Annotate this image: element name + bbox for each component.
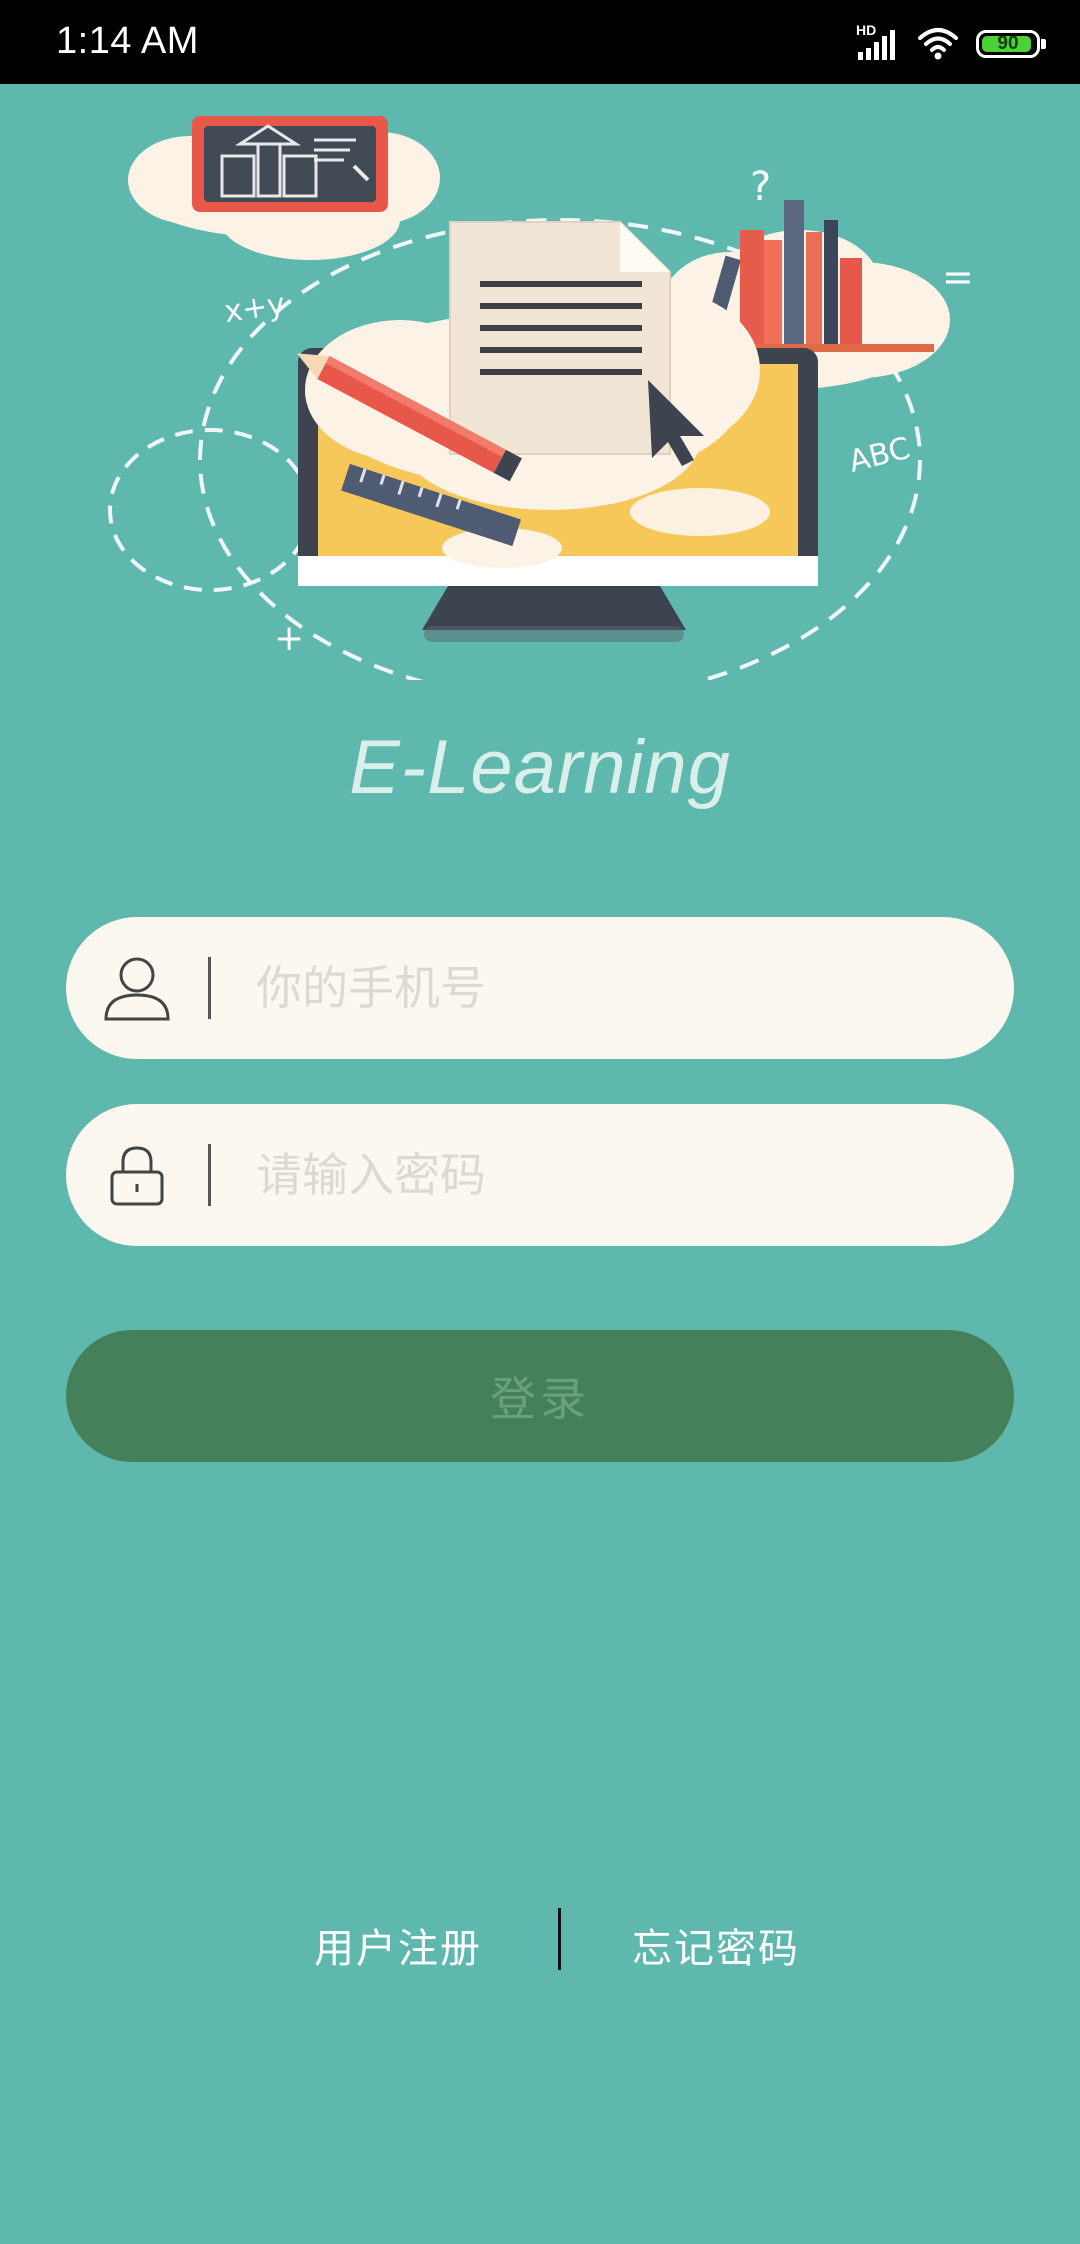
status-bar: 1:14 AM HD 90 [0, 0, 1080, 84]
password-field-divider [208, 1144, 211, 1206]
password-field[interactable] [66, 1104, 1014, 1246]
app-title: E-Learning [349, 725, 731, 810]
doodle-equals: = [942, 255, 974, 299]
footer-links-divider [558, 1908, 561, 1970]
phone-field-divider [208, 957, 211, 1019]
battery-level: 90 [997, 33, 1019, 54]
doodle-question: ? [750, 164, 771, 210]
wifi-icon [916, 26, 960, 62]
chalkboard-cloud [128, 116, 440, 260]
battery-icon: 90 [976, 30, 1046, 58]
doodle-abc: ABC [845, 431, 913, 480]
register-link[interactable]: 用户注册 [314, 1916, 482, 1974]
doodle-xy: x+y [222, 287, 287, 330]
status-icons: HD 90 [856, 22, 1046, 64]
signal-icon: HD [856, 22, 900, 62]
status-time: 1:14 AM [56, 20, 199, 62]
footer-links: 用户注册 忘记密码 [0, 1908, 1080, 1972]
e-learning-illustration: x+y ABC ? = + [108, 116, 974, 680]
login-button[interactable]: 登录 [66, 1330, 1014, 1462]
user-icon [104, 957, 170, 1021]
password-input[interactable] [256, 1104, 976, 1246]
phone-input[interactable] [256, 917, 976, 1059]
doodle-plus: + [274, 618, 304, 659]
phone-field[interactable] [66, 917, 1014, 1059]
forgot-password-link[interactable]: 忘记密码 [632, 1916, 800, 1974]
lock-icon [110, 1146, 164, 1206]
